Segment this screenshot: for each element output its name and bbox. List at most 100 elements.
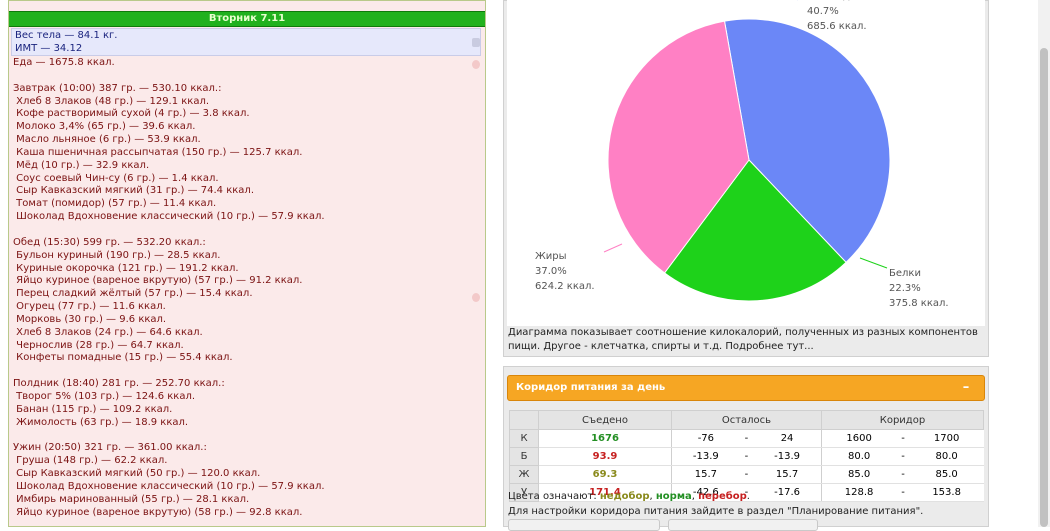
food-item: Чернослив (28 гр.) — 64.7 ккал.	[13, 339, 184, 351]
food-item: Творог 5% (103 гр.) — 124.6 ккал.	[13, 390, 196, 402]
range-max: 153.8	[909, 483, 984, 502]
food-item: Молоко 3,4% (65 гр.) — 39.6 ккал.	[13, 121, 196, 133]
pie-label-name: Углеводы	[807, 0, 858, 2]
pie-label-percent: 37.0%	[535, 266, 567, 277]
food-item: Мёд (10 гр.) — 32.9 ккал.	[13, 159, 150, 171]
food-item: Груша (148 гр.) — 62.2 ккал.	[13, 455, 168, 467]
food-item: Бульон куриный (190 гр.) — 28.5 ккал.	[13, 249, 221, 261]
eaten-value: 93.9	[538, 447, 672, 466]
food-item: Конфеты помадные (15 гр.) — 55.4 ккал.	[13, 352, 233, 364]
food-item: Хлеб 8 Злаков (48 гр.) — 129.1 ккал.	[13, 95, 210, 107]
day-header[interactable]: Вторник 7.11	[9, 11, 485, 27]
pie-label-percent: 22.3%	[889, 283, 921, 294]
body-weight: Вес тела — 84.1 кг.	[15, 30, 118, 41]
food-edit-icon[interactable]	[472, 60, 480, 69]
meal-title: Полдник (18:40) 281 гр. — 252.70 ккал.:	[13, 378, 225, 390]
range-max: 80.0	[909, 447, 984, 466]
left-min: -76	[670, 429, 740, 448]
page-scrollbar[interactable]	[1038, 0, 1050, 527]
food-item: Масло льняное (6 гр.) — 53.9 ккал.	[13, 134, 201, 146]
range-min: 1600	[820, 429, 897, 448]
table-row: Б 93.9 -13.9- -13.9 80.0-80.0	[509, 447, 984, 466]
food-item: Сыр Кавказский мягкий (31 гр.) — 74.4 кк…	[13, 185, 255, 197]
corridor-action-button-1[interactable]	[508, 519, 660, 531]
food-item: Куриные окорочка (121 гр.) — 191.2 ккал.	[13, 262, 239, 274]
food-item: Соус соевый Чин-су (6 гр.) — 1.4 ккал.	[13, 172, 219, 184]
food-item: Морковь (30 гр.) — 9.6 ккал.	[13, 313, 167, 325]
food-total: Еда — 1675.8 ккал.	[13, 57, 115, 68]
body-metrics: Вес тела — 84.1 кг. ИМТ — 34.12	[11, 28, 481, 56]
header-eaten: Съедено	[538, 410, 672, 430]
left-max: -17.6	[753, 483, 822, 502]
corridor-settings-note: Для настройки коридора питания зайдите в…	[508, 506, 924, 517]
range-min: 128.8	[820, 483, 897, 502]
pie-label-percent: 40.7%	[807, 6, 839, 17]
table-row: К 1676 -76-24 1600-1700	[509, 429, 984, 448]
food-item: Жимолость (63 гр.) — 18.9 ккал.	[13, 416, 189, 428]
pie-label-kcal: 685.6 ккал.	[807, 21, 867, 32]
left-dash: -	[739, 429, 754, 448]
day-diary-panel: Вторник 7.11 Вес тела — 84.1 кг. ИМТ — 3…	[8, 0, 486, 527]
food-item: Шоколад Вдохновение классический (10 гр.…	[13, 211, 325, 223]
legend-over: перебор	[698, 491, 747, 502]
meal-title: Ужин (20:50) 321 гр. — 361.00 ккал.:	[13, 442, 207, 454]
food-item: Томат (помидор) (57 гр.) — 11.4 ккал.	[13, 198, 217, 210]
legend-under: недобор	[599, 491, 650, 502]
food-item: Каша пшеничная рассыпчатая (150 гр.) — 1…	[13, 146, 303, 158]
left-max: 24	[753, 429, 822, 448]
range-max: 1700	[909, 429, 984, 448]
row-label: Ж	[509, 465, 539, 484]
left-dash: -	[739, 447, 754, 466]
corridor-header[interactable]: Коридор питания за день –	[507, 375, 985, 401]
table-row: Ж 69.3 15.7-15.7 85.0-85.0	[509, 465, 984, 484]
body-edit-icon[interactable]	[472, 38, 480, 47]
eaten-value: 1676	[538, 429, 672, 448]
scrollbar-thumb[interactable]	[1040, 48, 1048, 527]
range-dash: -	[896, 447, 910, 466]
corridor-action-button-2[interactable]	[668, 519, 818, 531]
food-item: Перец сладкий жёлтый (57 гр.) — 15.4 кка…	[13, 288, 253, 300]
macro-pie-chart: Углеводы 40.7% 685.6 ккал. Белки 22.3% 375.8 …	[535, 0, 949, 309]
row-label: К	[509, 429, 539, 448]
corridor-title: Коридор питания за день	[516, 382, 666, 393]
pie-label-kcal: 624.2 ккал.	[535, 281, 595, 292]
chart-caption: Диаграмма показывает соотношение килокал…	[508, 327, 978, 352]
meal-title: Завтрак (10:00) 387 гр. — 530.10 ккал.:	[13, 82, 222, 94]
eaten-value: 69.3	[538, 465, 672, 484]
food-item: Банан (115 гр.) — 109.2 ккал.	[13, 403, 173, 415]
pie-leader-line-1	[859, 257, 888, 269]
range-min: 85.0	[820, 465, 897, 484]
pie-leader-line-2	[603, 243, 623, 253]
food-item: Яйцо куриное (вареное вкрутую) (57 гр.) …	[13, 275, 303, 287]
legend-prefix: Цвета означают:	[508, 491, 600, 502]
food-item: Сыр Кавказский мягкий (50 гр.) — 120.0 к…	[13, 468, 261, 479]
food-list: Еда — 1675.8 ккал. Завтрак (10:00) 387 г…	[13, 57, 473, 519]
range-max: 85.0	[909, 465, 984, 484]
macro-chart-box: Углеводы 40.7% 685.6 ккал. Белки 22.3% 375.8 …	[507, 0, 985, 326]
header-range: Коридор	[820, 410, 985, 430]
left-max: 15.7	[753, 465, 822, 484]
range-dash: -	[896, 483, 910, 502]
food-item: Кофе растворимый сухой (4 гр.) — 3.8 кка…	[13, 108, 250, 120]
food-item: Имбирь маринованный (55 гр.) — 28.1 ккал…	[13, 493, 250, 505]
legend-norm: норма	[655, 491, 692, 502]
pie-label-name: Белки	[889, 268, 921, 279]
food-item: Яйцо куриное (вареное вкрутую) (58 гр.) …	[13, 506, 303, 518]
range-min: 80.0	[820, 447, 897, 466]
food-item: Шоколад Вдохновение классический (10 гр.…	[13, 480, 325, 492]
meal-edit-icon[interactable]	[472, 293, 480, 302]
collapse-button[interactable]: –	[958, 380, 974, 396]
range-dash: -	[896, 429, 910, 448]
left-max: -13.9	[753, 447, 822, 466]
color-legend: Цвета означают: недобор, норма, перебор.	[508, 491, 750, 502]
food-item: Хлеб 8 Злаков (24 гр.) — 64.6 ккал.	[13, 326, 203, 338]
food-item: Огурец (77 гр.) — 11.6 ккал.	[13, 301, 166, 313]
pie-label-name: Жиры	[535, 251, 567, 262]
left-dash: -	[739, 465, 754, 484]
range-dash: -	[896, 465, 910, 484]
row-label: Б	[509, 447, 539, 466]
